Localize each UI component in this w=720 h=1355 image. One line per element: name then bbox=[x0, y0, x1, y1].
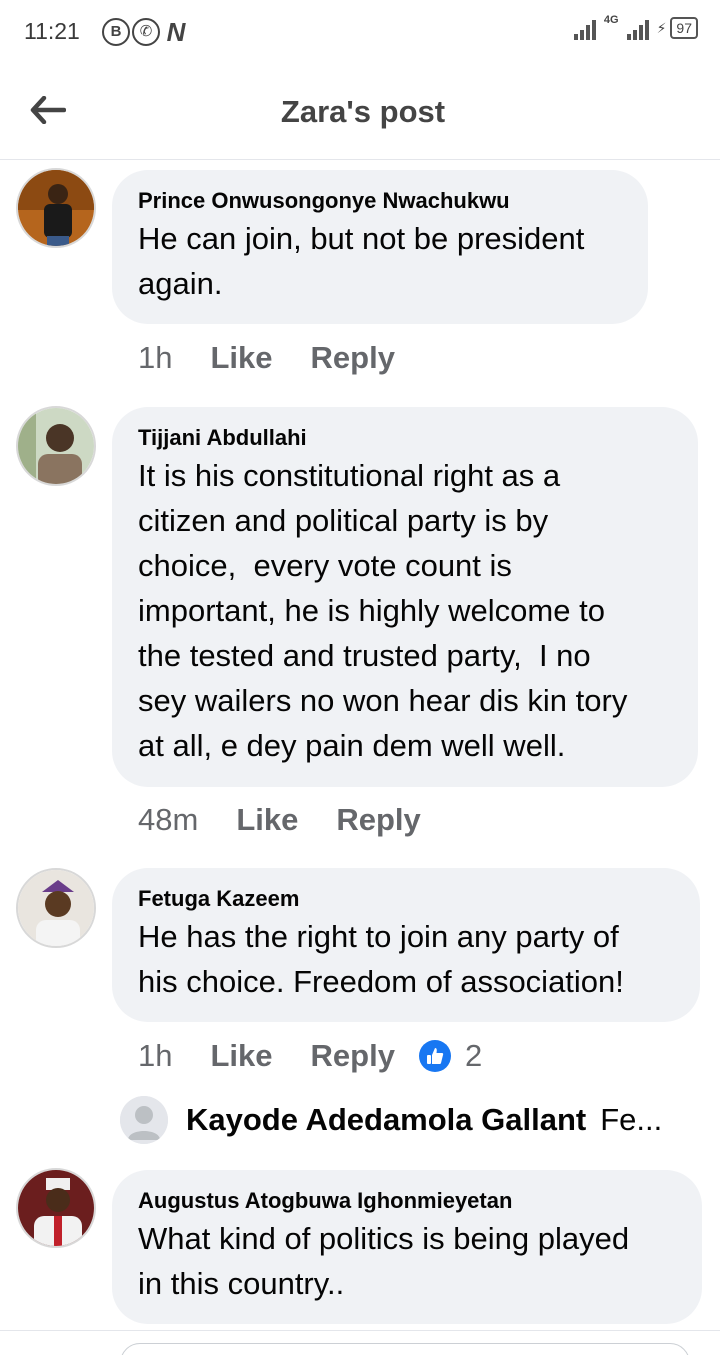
signal-icon-2 bbox=[626, 16, 649, 40]
battery-level: 97 bbox=[670, 17, 698, 39]
reply-snippet: Fe... bbox=[600, 1102, 663, 1137]
reply-button[interactable]: Reply bbox=[311, 1038, 395, 1074]
comment-author[interactable]: Prince Onwusongonye Nwachukwu bbox=[138, 186, 622, 216]
comment-author[interactable]: Tijjani Abdullahi bbox=[138, 423, 672, 453]
like-button[interactable]: Like bbox=[236, 802, 298, 838]
default-avatar-icon bbox=[120, 1096, 168, 1144]
comment-bubble[interactable]: Prince Onwusongonye Nwachukwu He can joi… bbox=[112, 170, 648, 324]
reply-button[interactable]: Reply bbox=[336, 802, 420, 838]
comment-author[interactable]: Fetuga Kazeem bbox=[138, 884, 674, 914]
reply-button[interactable]: Reply bbox=[311, 340, 395, 376]
thumbs-up-icon bbox=[418, 1040, 451, 1072]
comment-time: 48m bbox=[138, 802, 199, 837]
write-comment-input[interactable] bbox=[120, 1343, 690, 1355]
reply-author: Kayode Adedamola Gallant bbox=[186, 1102, 587, 1137]
comment-time: 1h bbox=[138, 1038, 173, 1073]
comment-text: He can join, but not be president again. bbox=[138, 221, 585, 301]
battery-indicator: ⚡ 97 bbox=[657, 17, 698, 39]
whatsapp-icon: ✆ bbox=[132, 18, 160, 46]
avatar[interactable] bbox=[16, 406, 96, 486]
b-app-icon: B bbox=[102, 18, 130, 46]
comment-bubble[interactable]: Tijjani Abdullahi It is his constitution… bbox=[112, 407, 698, 787]
comment-actions: 1h Like Reply 2 bbox=[138, 1038, 482, 1074]
comment-composer-bar bbox=[0, 1330, 720, 1355]
like-button[interactable]: Like bbox=[210, 340, 272, 376]
comment-time: 1h bbox=[138, 340, 173, 375]
comment-bubble[interactable]: Fetuga Kazeem He has the right to join a… bbox=[112, 868, 700, 1022]
comment-actions: 1h Like Reply bbox=[138, 340, 433, 376]
status-right: 4G ⚡ 97 bbox=[573, 14, 698, 40]
network-label: 4G bbox=[603, 14, 619, 26]
avatar[interactable] bbox=[16, 1168, 96, 1248]
comment-text: What kind of politics is being played in… bbox=[138, 1221, 630, 1301]
reply-preview[interactable]: Kayode Adedamola Gallant Fe... bbox=[120, 1096, 662, 1144]
status-bar: 11:21 B ✆ N 4G ⚡ 97 bbox=[0, 0, 720, 64]
comment-author[interactable]: Augustus Atogbuwa Ighonmieyetan bbox=[138, 1186, 676, 1216]
notification-icons: B ✆ N bbox=[102, 18, 190, 46]
comment-actions: 48m Like Reply bbox=[138, 802, 459, 838]
avatar[interactable] bbox=[16, 168, 96, 248]
status-time: 11:21 bbox=[24, 18, 80, 44]
comment-text: It is his constitutional right as a citi… bbox=[138, 458, 628, 763]
charging-icon: ⚡ bbox=[656, 19, 667, 36]
signal-icon bbox=[573, 16, 596, 40]
n-app-icon: N bbox=[166, 17, 186, 47]
comment-text: He has the right to join any party of hi… bbox=[138, 919, 624, 999]
header: Zara's post bbox=[0, 64, 720, 160]
avatar[interactable] bbox=[16, 868, 96, 948]
page-title: Zara's post bbox=[280, 94, 446, 129]
comment-bubble[interactable]: Augustus Atogbuwa Ighonmieyetan What kin… bbox=[112, 1170, 702, 1324]
reaction-count: 2 bbox=[464, 1038, 483, 1073]
reaction-summary[interactable]: 2 bbox=[418, 1038, 483, 1074]
like-button[interactable]: Like bbox=[210, 1038, 272, 1074]
